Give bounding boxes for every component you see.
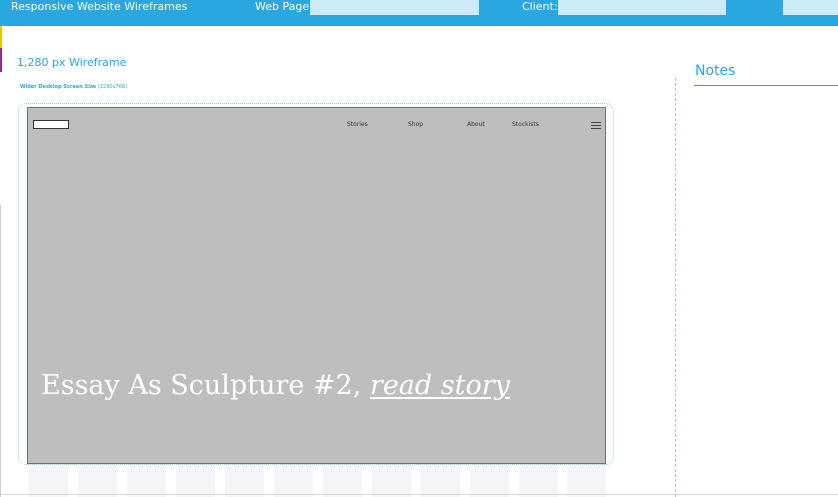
- grid-column: [29, 465, 68, 497]
- grid-column: [567, 465, 606, 497]
- header-bar: Responsive Website Wireframes Web Page: …: [0, 0, 838, 26]
- grid-column: [323, 465, 362, 497]
- wireframe-title: 1,280 px Wireframe: [17, 56, 127, 69]
- hamburger-menu-icon[interactable]: [591, 122, 601, 129]
- nav-link-about[interactable]: About: [467, 121, 485, 128]
- wireframe-subtitle-text: Wider Desktop Screen Size: [20, 84, 97, 90]
- extra-field[interactable]: [783, 0, 838, 15]
- wireframe-subtitle-size: (1280x768): [97, 84, 128, 90]
- accent-strip-yellow: [0, 26, 2, 48]
- wireframe-subtitle: Wider Desktop Screen Size (1280x768): [20, 84, 127, 90]
- web-page-label: Web Page:: [255, 0, 313, 13]
- notes-title: Notes: [695, 63, 736, 79]
- read-story-link[interactable]: read story: [370, 370, 510, 401]
- accent-strip-purple: [0, 48, 2, 72]
- grid-column: [127, 465, 166, 497]
- client-label: Client:: [522, 0, 558, 13]
- hero-text: Essay As Sculpture #2,: [41, 370, 370, 401]
- grid-column: [470, 465, 509, 497]
- grid-column: [274, 465, 313, 497]
- web-page-field[interactable]: [310, 0, 479, 15]
- grid-column: [225, 465, 264, 497]
- bottom-border: [0, 494, 838, 495]
- grid-column: [176, 465, 215, 497]
- client-field[interactable]: [558, 0, 726, 15]
- grid-column: [372, 465, 411, 497]
- grid-column: [519, 465, 558, 497]
- grid-column: [421, 465, 460, 497]
- app-title: Responsive Website Wireframes: [11, 0, 188, 13]
- notes-underline: [694, 85, 838, 86]
- nav-link-stories[interactable]: Stories: [347, 121, 368, 128]
- left-edge-line: [0, 205, 1, 497]
- wireframe-screen: Stories Shop About Stockists Essay As Sc…: [27, 107, 606, 464]
- notes-divider: [675, 78, 676, 497]
- grid-column: [78, 465, 117, 497]
- nav-link-stockists[interactable]: Stockists: [512, 121, 539, 128]
- nav-link-shop[interactable]: Shop: [408, 121, 423, 128]
- logo-placeholder[interactable]: [33, 120, 69, 129]
- hero-headline: Essay As Sculpture #2, read story: [41, 370, 510, 401]
